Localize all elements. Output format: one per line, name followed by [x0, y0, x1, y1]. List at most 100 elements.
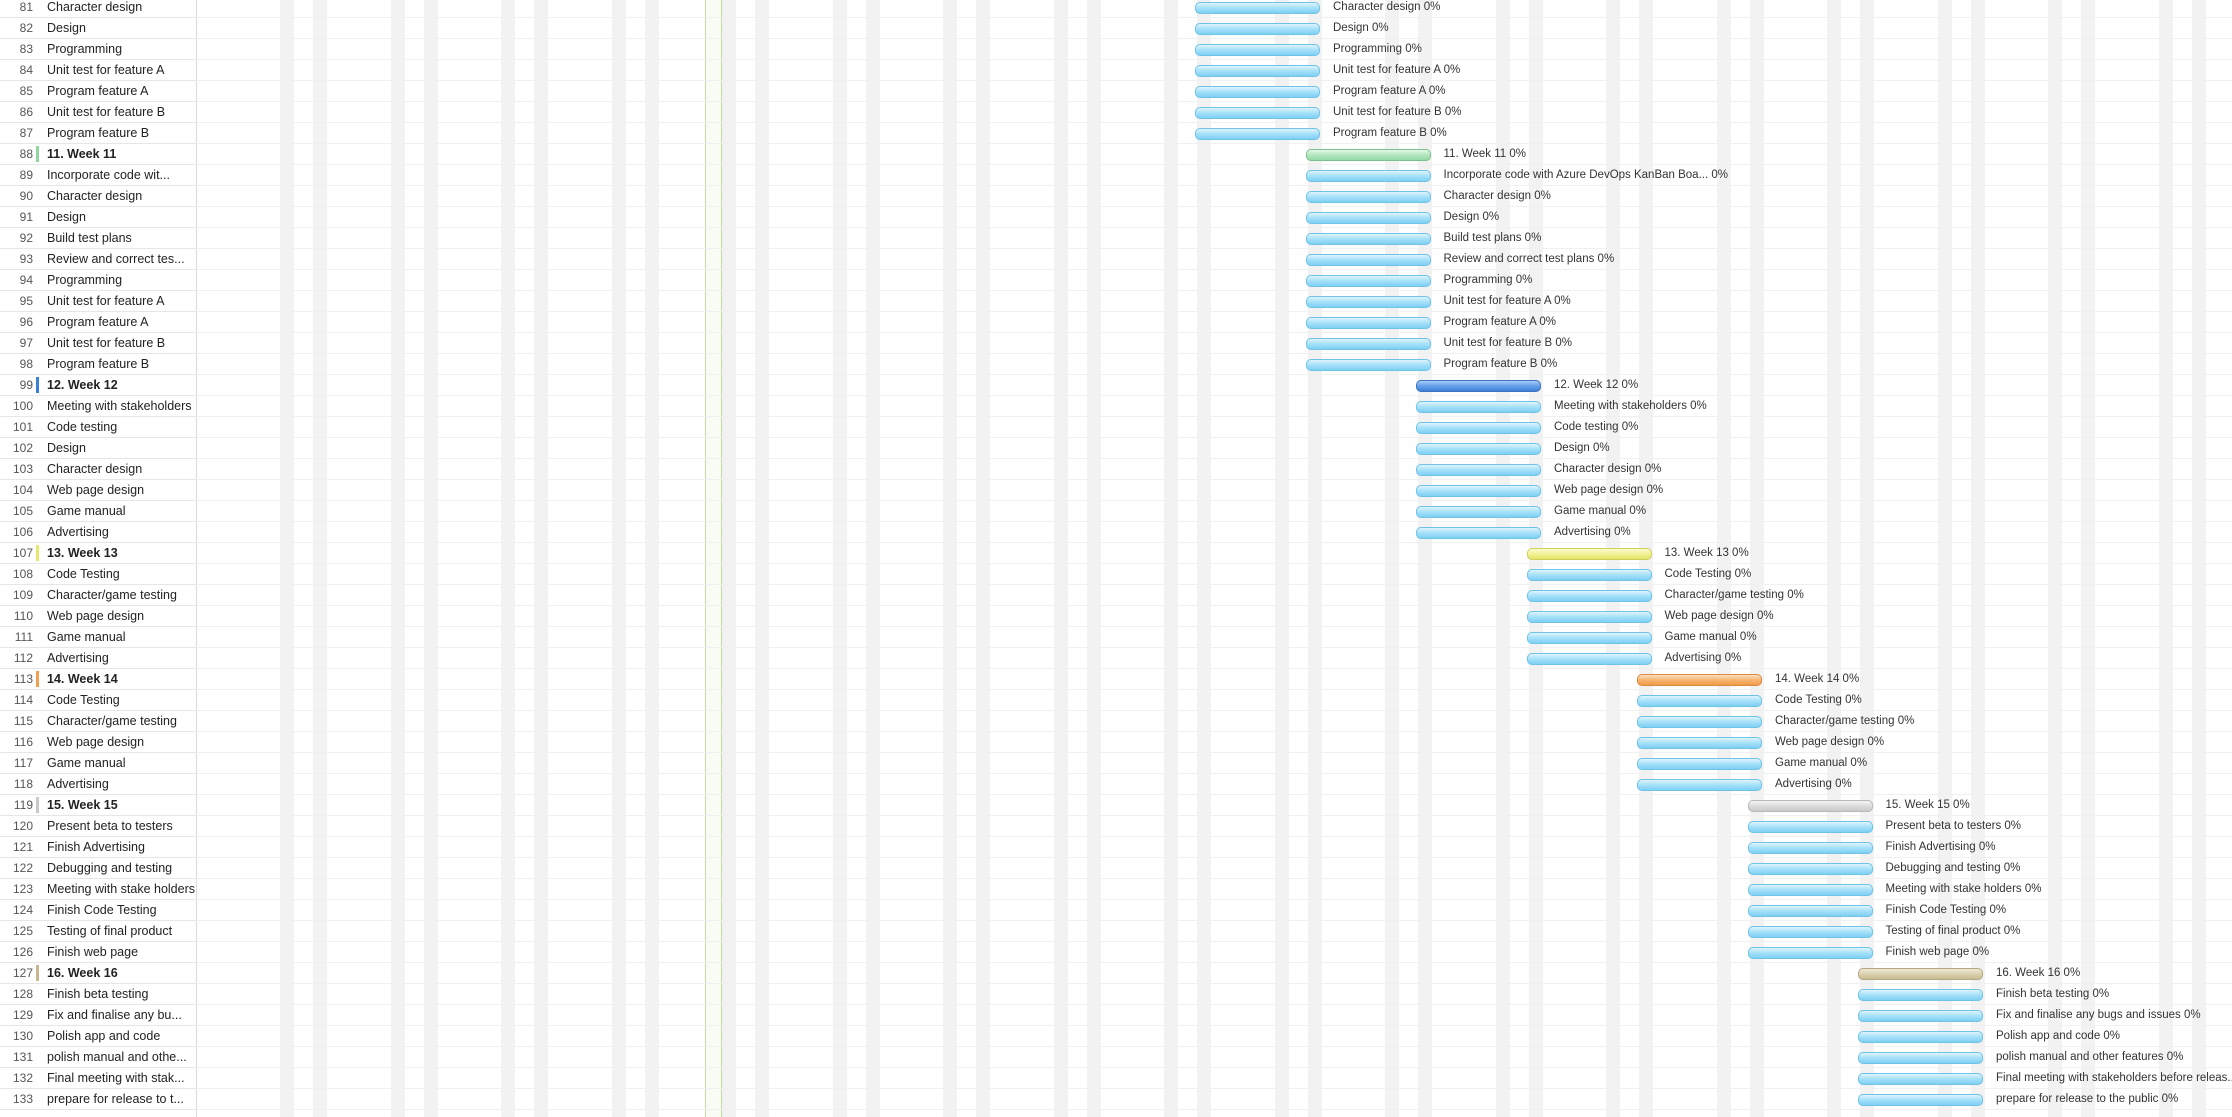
task-row[interactable]: 101 Code testing — [0, 417, 196, 438]
task-bar[interactable] — [1526, 569, 1652, 581]
task-bar[interactable] — [1858, 1031, 1983, 1043]
task-bar[interactable] — [1858, 1052, 1983, 1064]
task-row[interactable]: 90 Character design — [0, 186, 196, 207]
task-name[interactable]: Unit test for feature B — [47, 102, 165, 123]
task-row[interactable]: 82 Design — [0, 18, 196, 39]
task-name[interactable]: Advertising — [47, 648, 109, 669]
task-row[interactable]: 97 Unit test for feature B — [0, 333, 196, 354]
task-bar[interactable] — [1526, 653, 1652, 665]
summary-bar[interactable] — [1637, 674, 1762, 686]
task-bar[interactable] — [1305, 170, 1431, 182]
task-row[interactable]: 104 Web page design — [0, 480, 196, 501]
task-row[interactable]: 83 Programming — [0, 39, 196, 60]
task-name[interactable]: Design — [47, 18, 86, 39]
task-name[interactable]: Character design — [47, 186, 142, 207]
task-row[interactable]: 132 Final meeting with stak... — [0, 1068, 196, 1089]
task-bar[interactable] — [1195, 2, 1320, 14]
task-name[interactable]: Programming — [47, 39, 122, 60]
task-row[interactable]: 91 Design — [0, 207, 196, 228]
task-name[interactable]: Web page design — [47, 732, 144, 753]
task-row[interactable]: 123 Meeting with stake holders — [0, 879, 196, 900]
task-name[interactable]: Game manual — [47, 627, 126, 648]
task-bar[interactable] — [1416, 485, 1541, 497]
task-bar[interactable] — [1637, 758, 1762, 770]
task-bar[interactable] — [1305, 359, 1431, 371]
task-bar[interactable] — [1526, 611, 1652, 623]
task-name[interactable]: Web page design — [47, 606, 144, 627]
task-name[interactable]: Unit test for feature A — [47, 291, 164, 312]
task-name[interactable]: 12. Week 12 — [47, 375, 118, 396]
task-row[interactable]: 124 Finish Code Testing — [0, 900, 196, 921]
task-name[interactable]: Program feature A — [47, 312, 148, 333]
task-name[interactable]: Advertising — [47, 522, 109, 543]
task-bar[interactable] — [1747, 947, 1873, 959]
task-name[interactable]: 11. Week 11 — [47, 144, 116, 165]
task-row[interactable]: 87 Program feature B — [0, 123, 196, 144]
task-name[interactable]: Design — [47, 438, 86, 459]
task-row[interactable]: 94 Programming — [0, 270, 196, 291]
task-name[interactable]: Program feature B — [47, 354, 149, 375]
task-name[interactable]: Character design — [47, 0, 142, 18]
task-row[interactable]: 133 prepare for release to t... — [0, 1089, 196, 1110]
task-bar[interactable] — [1195, 86, 1320, 98]
task-row[interactable]: 109 Character/game testing — [0, 585, 196, 606]
task-name[interactable]: 13. Week 13 — [47, 543, 118, 564]
task-row[interactable]: 86 Unit test for feature B — [0, 102, 196, 123]
task-bar[interactable] — [1747, 905, 1873, 917]
task-name[interactable]: Testing of final product — [47, 921, 172, 942]
summary-bar[interactable] — [1416, 380, 1541, 392]
task-name[interactable]: prepare for release to t... — [47, 1089, 184, 1110]
task-bar[interactable] — [1305, 275, 1431, 287]
task-row[interactable]: 118 Advertising — [0, 774, 196, 795]
task-name[interactable]: Design — [47, 207, 86, 228]
task-name[interactable]: Game manual — [47, 753, 126, 774]
task-bar[interactable] — [1416, 506, 1541, 518]
task-row[interactable]: 128 Finish beta testing — [0, 984, 196, 1005]
task-row[interactable]: 95 Unit test for feature A — [0, 291, 196, 312]
task-row[interactable]: 111 Game manual — [0, 627, 196, 648]
task-bar[interactable] — [1526, 590, 1652, 602]
task-bar[interactable] — [1747, 884, 1873, 896]
task-row[interactable]: 130 Polish app and code — [0, 1026, 196, 1047]
task-row[interactable]: 84 Unit test for feature A — [0, 60, 196, 81]
task-bar[interactable] — [1637, 737, 1762, 749]
group-row[interactable]: 99 12. Week 12 — [0, 375, 196, 396]
task-bar[interactable] — [1747, 926, 1873, 938]
task-bar[interactable] — [1195, 44, 1320, 56]
task-name[interactable]: polish manual and othe... — [47, 1047, 187, 1068]
task-row[interactable]: 122 Debugging and testing — [0, 858, 196, 879]
summary-bar[interactable] — [1858, 968, 1983, 980]
task-name[interactable]: Finish beta testing — [47, 984, 148, 1005]
task-name[interactable]: Polish app and code — [47, 1026, 160, 1047]
task-bar[interactable] — [1637, 716, 1762, 728]
task-name[interactable]: 16. Week 16 — [47, 963, 118, 984]
task-row[interactable]: 131 polish manual and othe... — [0, 1047, 196, 1068]
group-row[interactable]: 127 16. Week 16 — [0, 963, 196, 984]
task-name[interactable]: Unit test for feature A — [47, 60, 164, 81]
task-row[interactable]: 129 Fix and finalise any bu... — [0, 1005, 196, 1026]
group-row[interactable]: 113 14. Week 14 — [0, 669, 196, 690]
task-row[interactable]: 100 Meeting with stakeholders — [0, 396, 196, 417]
task-name[interactable]: Unit test for feature B — [47, 333, 165, 354]
summary-bar[interactable] — [1526, 548, 1652, 560]
task-name[interactable]: 14. Week 14 — [47, 669, 118, 690]
task-name[interactable]: Finish web page — [47, 942, 138, 963]
task-name[interactable]: Code Testing — [47, 690, 120, 711]
task-bar[interactable] — [1416, 401, 1541, 413]
task-bar[interactable] — [1858, 1094, 1983, 1106]
task-row[interactable]: 126 Finish web page — [0, 942, 196, 963]
task-bar[interactable] — [1195, 128, 1320, 140]
task-bar[interactable] — [1305, 338, 1431, 350]
task-row[interactable]: 89 Incorporate code wit... — [0, 165, 196, 186]
group-row[interactable]: 107 13. Week 13 — [0, 543, 196, 564]
task-name[interactable]: Present beta to testers — [47, 816, 173, 837]
task-row[interactable]: 103 Character design — [0, 459, 196, 480]
task-row[interactable]: 125 Testing of final product — [0, 921, 196, 942]
task-row[interactable]: 121 Finish Advertising — [0, 837, 196, 858]
task-name[interactable]: Character/game testing — [47, 585, 177, 606]
task-name[interactable]: Programming — [47, 270, 122, 291]
task-bar[interactable] — [1416, 443, 1541, 455]
task-row[interactable]: 116 Web page design — [0, 732, 196, 753]
task-bar[interactable] — [1305, 212, 1431, 224]
task-name[interactable]: Final meeting with stak... — [47, 1068, 185, 1089]
